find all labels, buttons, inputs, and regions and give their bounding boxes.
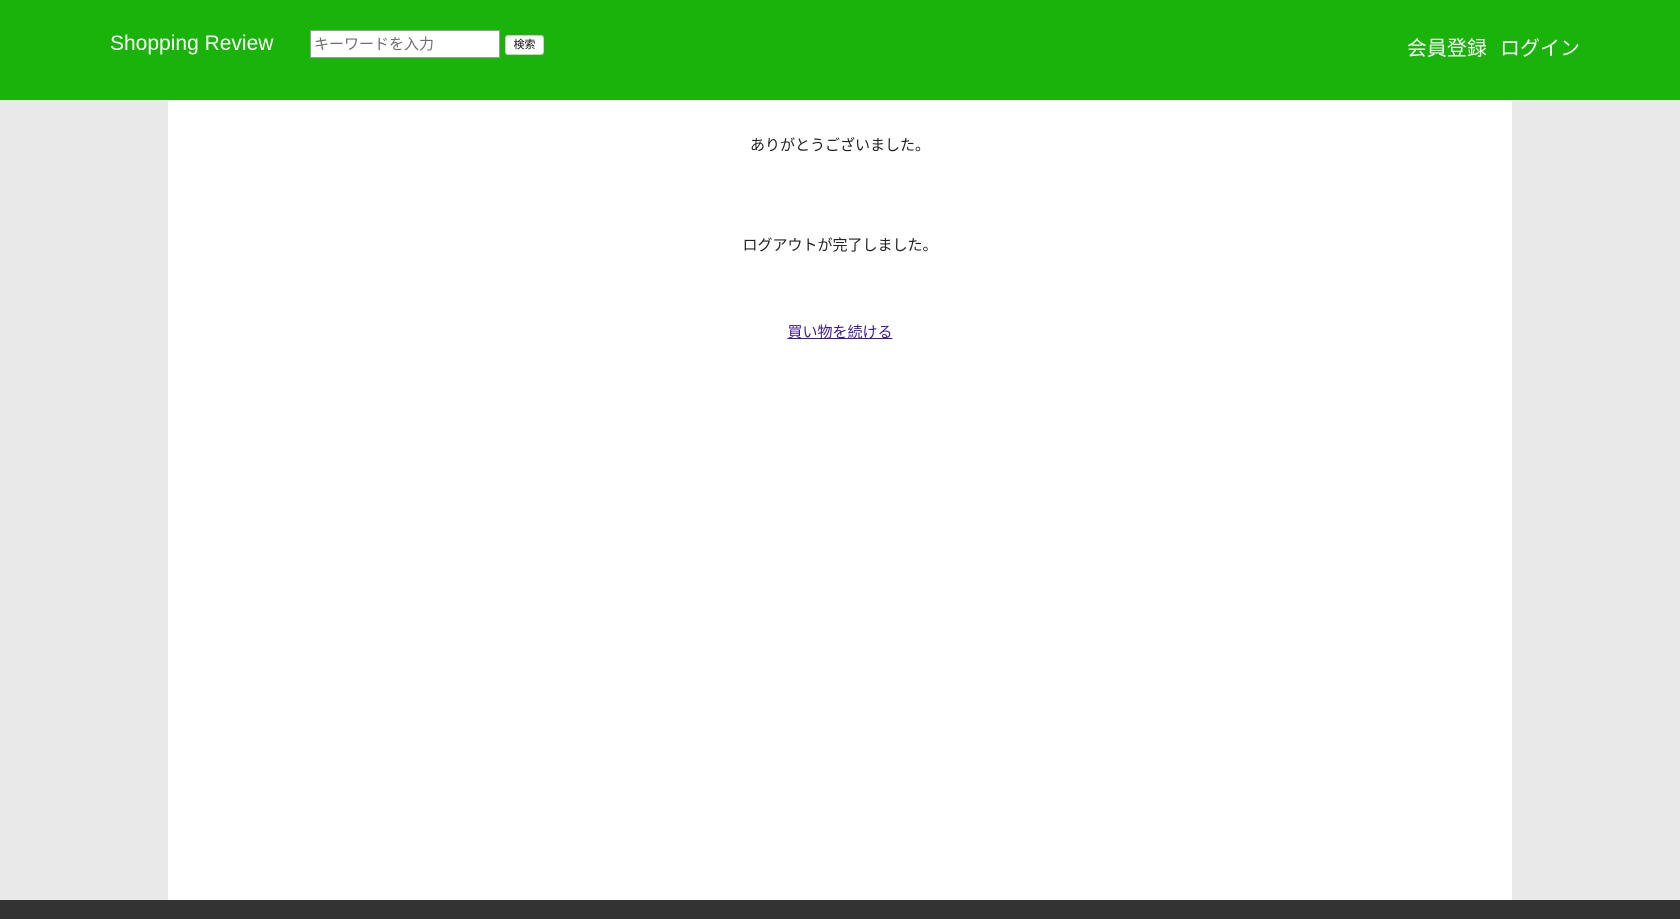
thanks-message: ありがとうございました。 xyxy=(749,136,930,154)
logout-complete-message: ログアウトが完了しました。 xyxy=(742,236,938,254)
brand-logo-link[interactable]: Shopping Review xyxy=(110,32,273,56)
site-footer xyxy=(0,900,1680,919)
site-header: Shopping Review 検索 会員登録 ログイン xyxy=(0,0,1680,100)
header-nav: 会員登録 ログイン xyxy=(1399,32,1580,61)
continue-shopping-container: 買い物を続ける xyxy=(168,321,1512,342)
search-input[interactable] xyxy=(310,30,500,58)
continue-shopping-link[interactable]: 買い物を続ける xyxy=(787,323,892,341)
search-button[interactable]: 検索 xyxy=(505,35,544,55)
login-link[interactable]: ログイン xyxy=(1500,36,1580,60)
main-content: ありがとうございました。 ログアウトが完了しました。 買い物を続ける xyxy=(168,100,1512,900)
register-link[interactable]: 会員登録 xyxy=(1407,36,1487,60)
